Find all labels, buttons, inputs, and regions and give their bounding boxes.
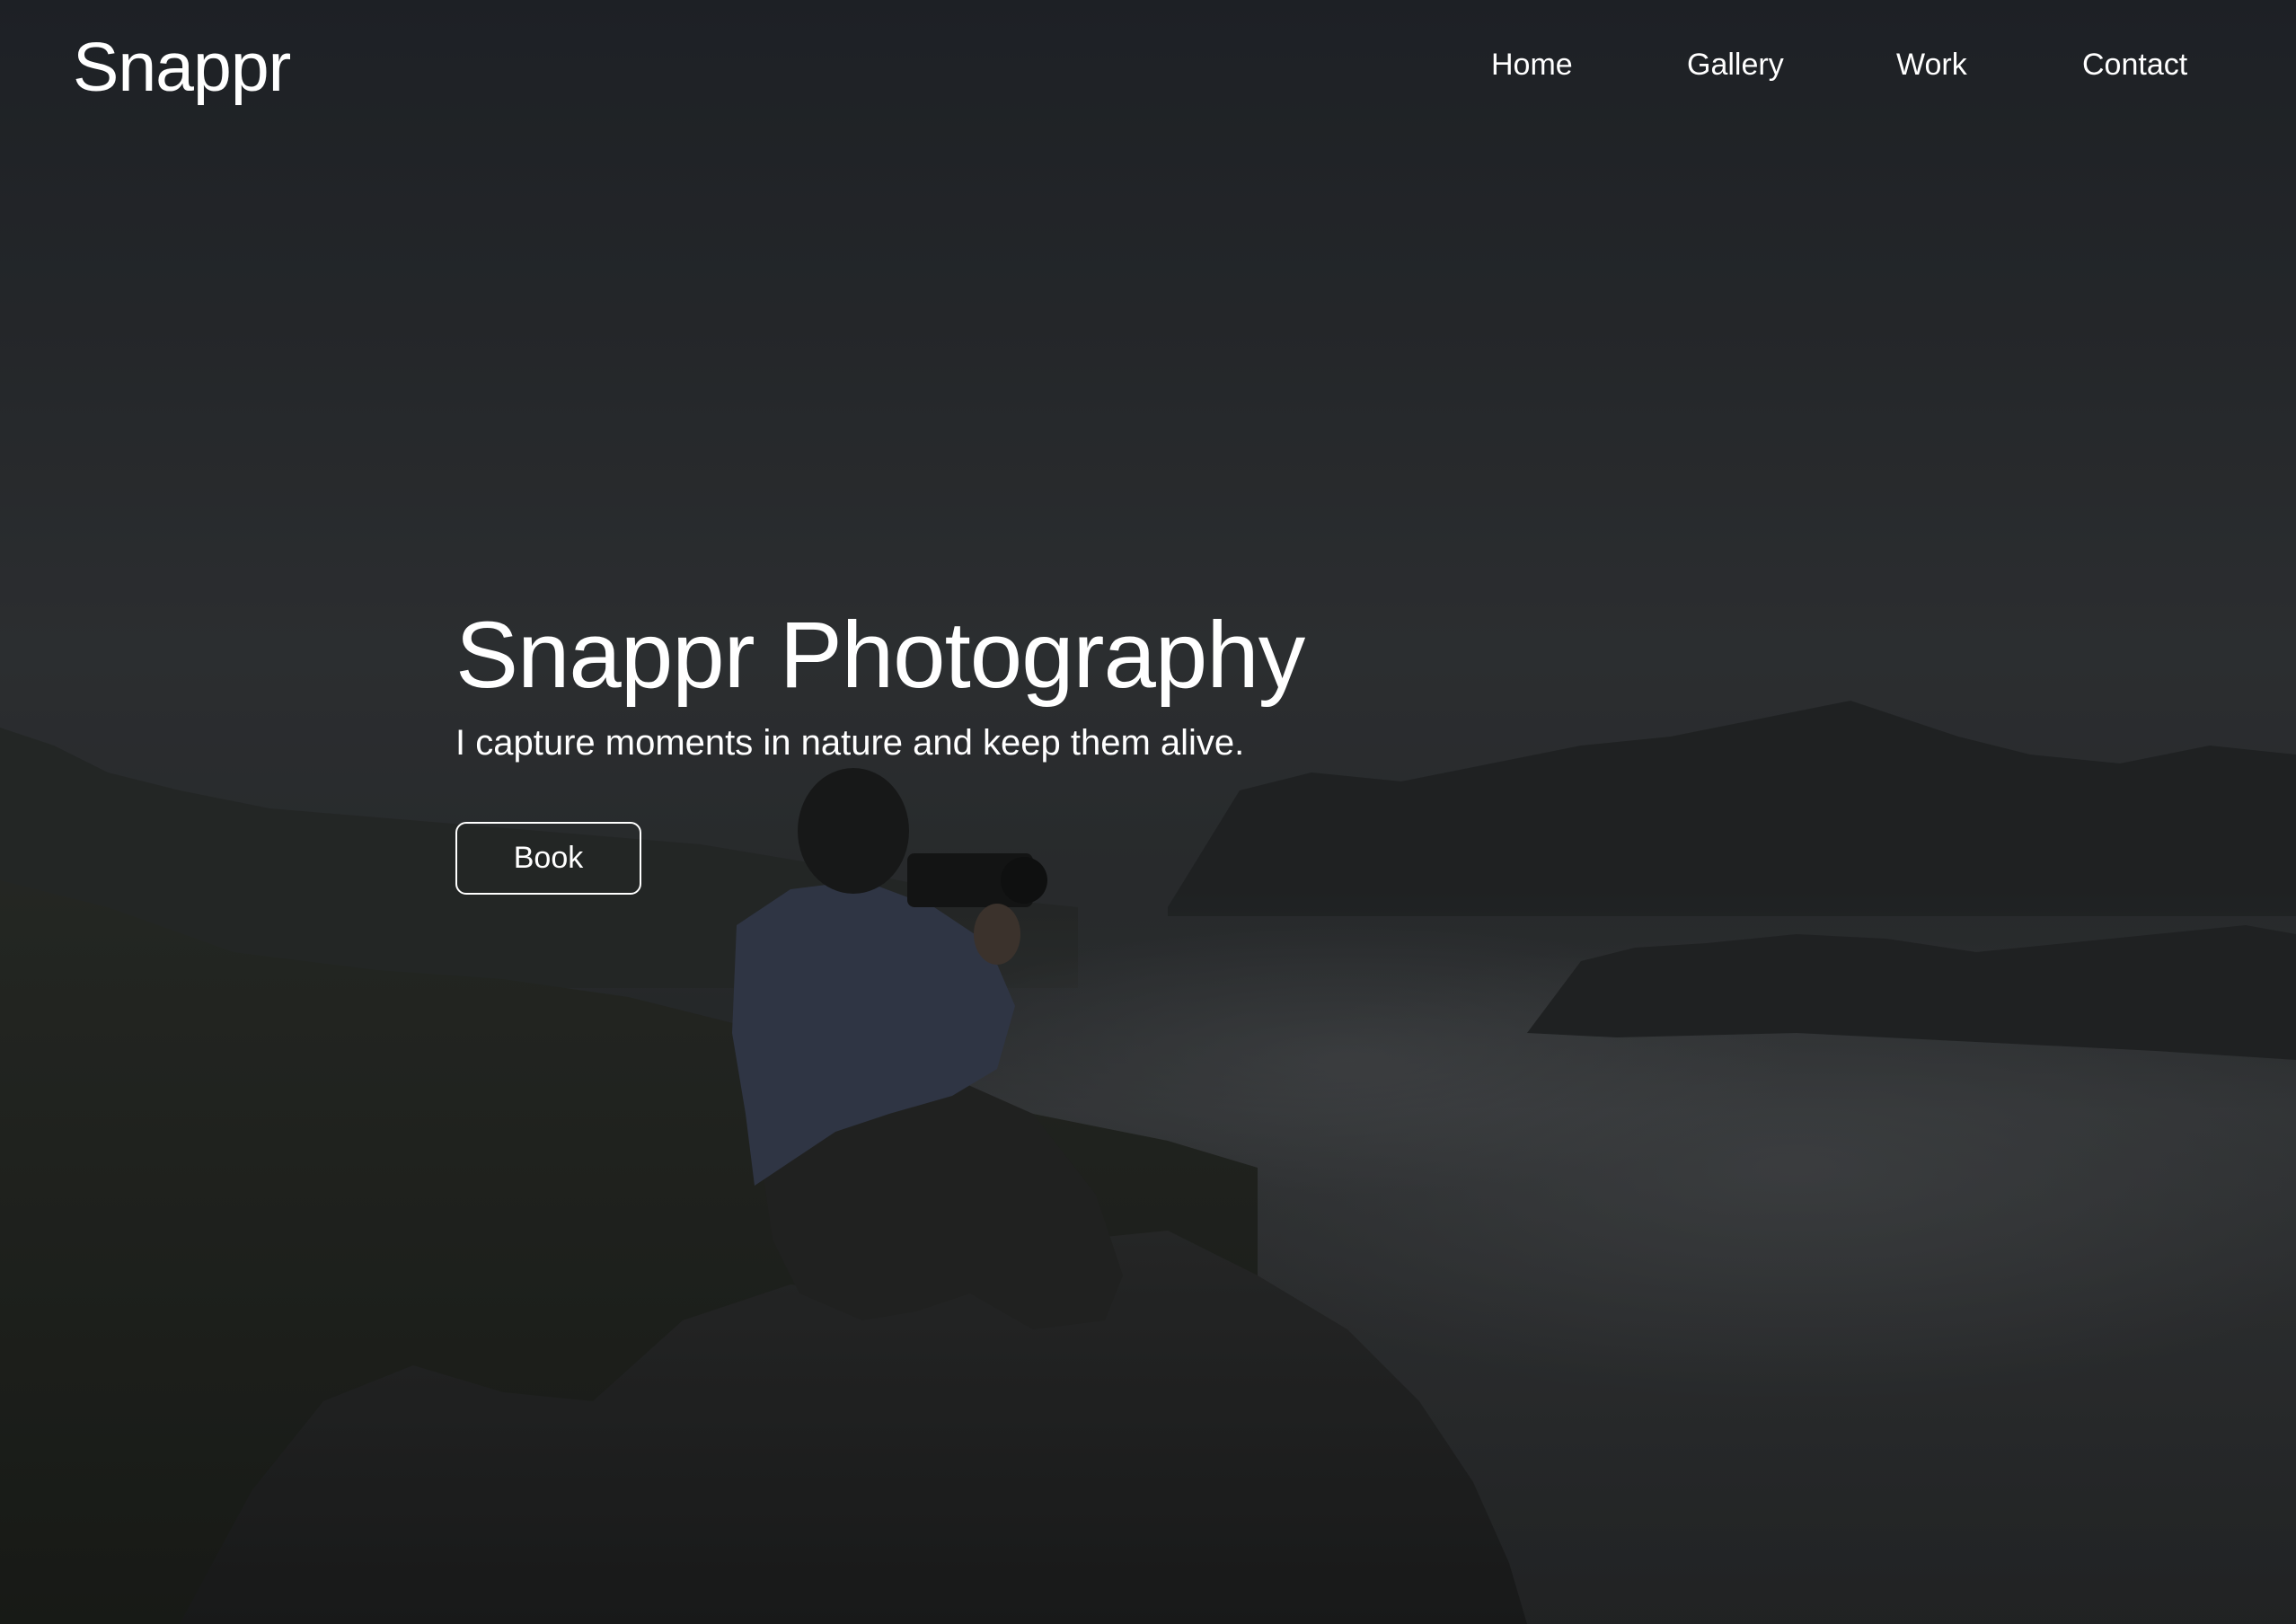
nav-link-contact[interactable]: Contact (2082, 47, 2187, 83)
book-button[interactable]: Book (455, 822, 641, 895)
hero-subtitle: I capture moments in nature and keep the… (455, 723, 1245, 763)
nav-link-work[interactable]: Work (1896, 47, 1967, 83)
hero-section: Snappr Home Gallery Work Contact Snappr … (0, 0, 2296, 1624)
nav-link-gallery[interactable]: Gallery (1687, 47, 1784, 83)
hero-background-photo (0, 0, 2296, 1624)
nav-link-home[interactable]: Home (1491, 47, 1573, 83)
hero-title: Snappr Photography (455, 603, 1305, 708)
hero-content: Snappr Photography I capture moments in … (455, 600, 1305, 895)
top-navbar: Snappr Home Gallery Work Contact (0, 0, 2296, 135)
brand-logo[interactable]: Snappr (73, 27, 291, 108)
